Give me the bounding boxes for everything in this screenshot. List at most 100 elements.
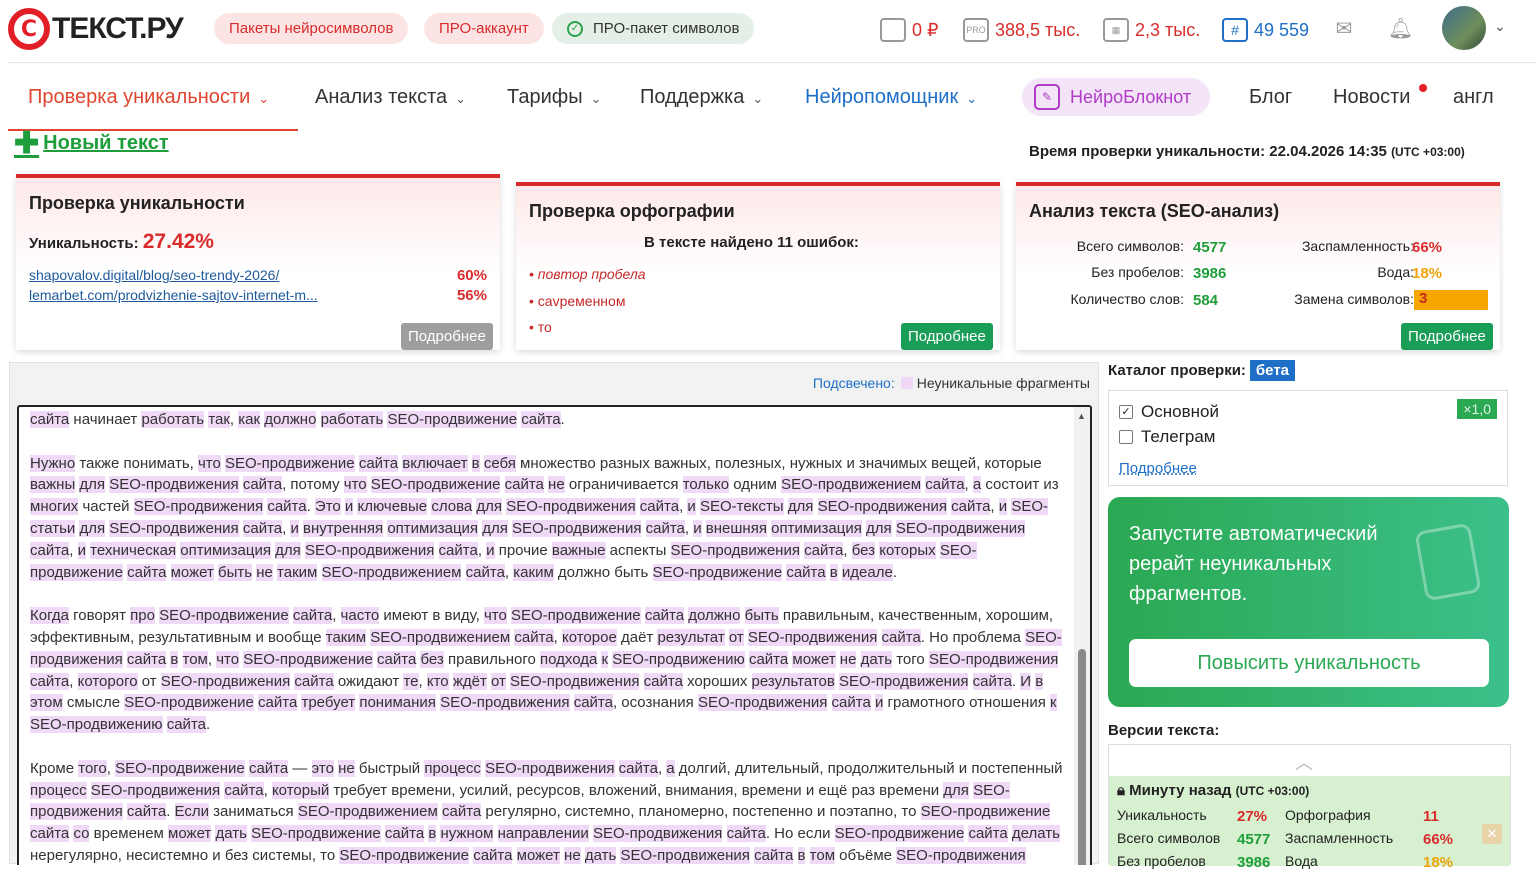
nav-tariffs[interactable]: Тарифы ⌄ bbox=[507, 86, 601, 109]
scrollbar-thumb[interactable] bbox=[1078, 649, 1086, 865]
text-editor[interactable]: сайта начинает работать так, как должно … bbox=[17, 405, 1092, 865]
new-text-link[interactable]: ✚ Новый текст bbox=[14, 128, 169, 158]
error-item[interactable]: • сavременном bbox=[529, 293, 625, 309]
version-value: 27% bbox=[1237, 808, 1268, 825]
nav-neuro-helper[interactable]: Нейропомощник ⌄ bbox=[805, 86, 977, 109]
check-circle-icon: ✓ bbox=[567, 20, 583, 37]
pro-icon: PRO bbox=[963, 18, 989, 42]
seo-more-button[interactable]: Подробнее bbox=[1401, 323, 1493, 350]
source-link[interactable]: lemarbet.com/prodvizhenie-sajtov-interne… bbox=[29, 287, 349, 303]
chevron-down-icon[interactable]: ⌄ bbox=[1494, 18, 1506, 35]
catalog-more-link[interactable]: Подробнее bbox=[1119, 460, 1197, 477]
spam-label: Заспамленность: bbox=[1301, 238, 1414, 254]
chevron-down-icon: ⌄ bbox=[590, 91, 602, 106]
highlight-legend: Подсвечено: Неуникальные фрагменты bbox=[813, 375, 1090, 391]
balance-stat[interactable]: 0 ₽ bbox=[880, 18, 938, 42]
source-link[interactable]: shapovalov.digital/blog/seo-trendy-2026/ bbox=[29, 267, 349, 283]
close-icon[interactable]: ✕ bbox=[1482, 824, 1502, 844]
water-value: 18% bbox=[1412, 265, 1443, 282]
pro-pack-label: ПРО-пакет символов bbox=[593, 20, 740, 37]
rating-stat[interactable]: #49 559 bbox=[1222, 18, 1309, 42]
catalog-box: ✓ Основной Телеграм ×1,0 Подробнее bbox=[1108, 390, 1508, 486]
replace-label: Замена символов: bbox=[1294, 291, 1414, 307]
versions-box: ︿ 🔒︎ Минуту назад (UTC +03:00) Уникально… bbox=[1108, 744, 1511, 871]
nav-support[interactable]: Поддержка ⌄ bbox=[640, 86, 763, 109]
catalog-title: Каталог проверки: bbox=[1108, 362, 1246, 379]
pro-symbols-value: 388,5 тыс. bbox=[995, 19, 1081, 40]
editor-text[interactable]: сайта начинает работать так, как должно … bbox=[30, 409, 1065, 865]
checkbox-checked[interactable]: ✓ bbox=[1119, 405, 1133, 419]
chevron-down-icon: ⌄ bbox=[966, 91, 978, 106]
pro-symbols-stat[interactable]: PRO 388,5 тыс. bbox=[963, 18, 1080, 42]
nav-label: Новости bbox=[1333, 86, 1411, 108]
uniqueness-label: Уникальность: bbox=[29, 235, 139, 252]
nav-label: НейроБлокнот bbox=[1070, 86, 1192, 107]
versions-title: Версии текста: bbox=[1108, 722, 1220, 739]
highlight-label: Подсвечено: bbox=[812, 375, 895, 391]
catalog-option-telegram[interactable]: Телеграм bbox=[1119, 427, 1216, 447]
mail-icon[interactable]: ✉ bbox=[1332, 18, 1356, 40]
error-text: повтор пробела bbox=[537, 266, 646, 282]
editor-scrollbar[interactable]: ▲ bbox=[1074, 407, 1090, 865]
pro-account-button[interactable]: ПРО-аккаунт bbox=[424, 13, 544, 44]
rewrite-text: Запустите автоматический рерайт неуникал… bbox=[1129, 523, 1378, 605]
uniqueness-more-button[interactable]: Подробнее bbox=[401, 323, 493, 350]
version-item[interactable]: 🔒︎ Минуту назад (UTC +03:00) Уникальност… bbox=[1109, 776, 1510, 871]
nav-uniqueness[interactable]: Проверка уникальности ⌄ bbox=[28, 86, 269, 109]
boost-uniqueness-button[interactable]: Повысить уникальность bbox=[1129, 639, 1489, 687]
error-text: то bbox=[537, 319, 552, 335]
nav-label: англ bbox=[1453, 86, 1494, 108]
uniqueness-result: Уникальность: 27.42% bbox=[29, 230, 214, 254]
nav-label: Тарифы bbox=[507, 86, 583, 108]
uniqueness-value: 27.42% bbox=[142, 230, 214, 253]
nav-news[interactable]: Новости bbox=[1333, 86, 1410, 109]
catalog-option-main[interactable]: ✓ Основной bbox=[1119, 402, 1219, 422]
version-label: Уникальность bbox=[1117, 807, 1207, 823]
version-value: 66% bbox=[1423, 831, 1454, 848]
no-spaces-value: 3986 bbox=[1193, 265, 1227, 282]
beta-badge: бета bbox=[1249, 360, 1296, 381]
chevron-up-icon[interactable]: ︿ bbox=[1295, 749, 1313, 775]
check-time-tz: (UTC +03:00) bbox=[1391, 145, 1465, 159]
nav-text-analysis[interactable]: Анализ текста ⌄ bbox=[315, 86, 466, 109]
version-label: Всего символов bbox=[1117, 830, 1221, 846]
bell-icon[interactable]: 🔔︎ bbox=[1388, 18, 1413, 40]
option-label: Основной bbox=[1141, 402, 1219, 421]
grid-icon: # bbox=[1222, 18, 1248, 42]
main-nav: Проверка уникальности ⌄ Анализ текста ⌄ Та… bbox=[0, 70, 1536, 130]
word-count-value: 584 bbox=[1193, 292, 1219, 309]
rewrite-banner: Запустите автоматический рерайт неуникал… bbox=[1108, 497, 1509, 707]
nav-label: Проверка уникальности bbox=[28, 86, 251, 108]
nav-lang[interactable]: англ bbox=[1453, 86, 1494, 109]
total-chars-value: 4577 bbox=[1193, 239, 1227, 256]
check-time: Время проверки уникальности: 22.04.2026 … bbox=[1029, 143, 1465, 160]
logo[interactable]: C ТЕКСТ.РУ bbox=[8, 8, 184, 50]
news-badge bbox=[1419, 84, 1427, 92]
logo-mark: C bbox=[8, 8, 50, 50]
calendar-symbols-value: 2,3 тыс. bbox=[1135, 19, 1201, 40]
nav-blog[interactable]: Блог bbox=[1249, 86, 1292, 109]
spelling-more-button[interactable]: Подробнее bbox=[901, 323, 993, 350]
uniqueness-card: Проверка уникальности Уникальность: 27.4… bbox=[16, 174, 500, 350]
source-percent: 56% bbox=[456, 287, 487, 304]
scroll-up-icon[interactable]: ▲ bbox=[1077, 411, 1086, 421]
pro-pack-button[interactable]: ✓ ПРО-пакет символов bbox=[552, 13, 755, 44]
water-label: Вода: bbox=[1377, 264, 1414, 280]
card-title: Проверка уникальности bbox=[29, 193, 245, 213]
nav-neuro-notebook[interactable]: ✎ НейроБлокнот bbox=[1022, 78, 1210, 116]
version-time: Минуту назад bbox=[1129, 782, 1232, 799]
nav-label: Анализ текста bbox=[315, 86, 448, 108]
chevron-down-icon: ⌄ bbox=[455, 91, 467, 106]
total-chars-label: Всего символов: bbox=[1076, 238, 1184, 254]
checkbox[interactable] bbox=[1119, 430, 1133, 444]
neuro-packs-button[interactable]: Пакеты нейросимволов bbox=[214, 13, 409, 44]
avatar[interactable] bbox=[1442, 6, 1486, 50]
error-item[interactable]: • то bbox=[529, 319, 552, 335]
text-editor-panel: Подсвечено: Неуникальные фрагменты сайта … bbox=[9, 362, 1099, 865]
calendar-symbols-stat[interactable]: ▦ 2,3 тыс. bbox=[1103, 18, 1200, 42]
chevron-down-icon: ⌄ bbox=[258, 91, 270, 106]
notebook-icon: ✎ bbox=[1034, 84, 1060, 110]
error-item[interactable]: • повтор пробела bbox=[529, 266, 646, 282]
option-label: Телеграм bbox=[1141, 427, 1216, 446]
spam-value: 66% bbox=[1412, 239, 1443, 256]
